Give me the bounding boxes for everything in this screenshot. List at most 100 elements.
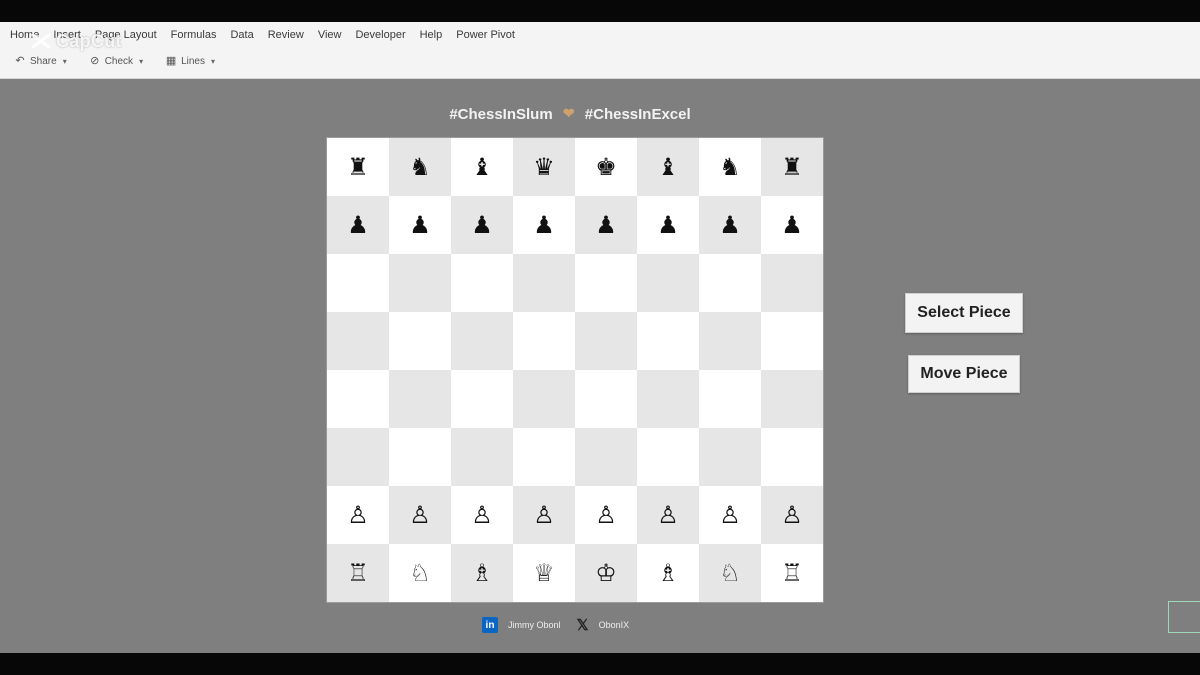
square-b2[interactable]: ♙ bbox=[389, 486, 451, 544]
chess-piece-c8: ♝ bbox=[471, 153, 493, 181]
square-h5[interactable] bbox=[761, 312, 823, 370]
x-handle: ObonIX bbox=[598, 620, 630, 630]
square-a4[interactable] bbox=[327, 370, 389, 428]
square-a1[interactable]: ♖ bbox=[327, 544, 389, 602]
format-painter-button[interactable]: ↶ Share ▾ bbox=[14, 55, 67, 67]
square-a6[interactable] bbox=[327, 254, 389, 312]
square-c6[interactable] bbox=[451, 254, 513, 312]
square-f1[interactable]: ♗ bbox=[637, 544, 699, 602]
square-f7[interactable]: ♟ bbox=[637, 196, 699, 254]
square-h1[interactable]: ♖ bbox=[761, 544, 823, 602]
square-d6[interactable] bbox=[513, 254, 575, 312]
square-f6[interactable] bbox=[637, 254, 699, 312]
square-g6[interactable] bbox=[699, 254, 761, 312]
square-c5[interactable] bbox=[451, 312, 513, 370]
square-e4[interactable] bbox=[575, 370, 637, 428]
square-f3[interactable] bbox=[637, 428, 699, 486]
tool-label: Share bbox=[30, 55, 57, 67]
square-d2[interactable]: ♙ bbox=[513, 486, 575, 544]
square-b6[interactable] bbox=[389, 254, 451, 312]
square-d5[interactable] bbox=[513, 312, 575, 370]
title-hashtag-left: #ChessInSlum bbox=[449, 106, 553, 123]
square-h7[interactable]: ♟ bbox=[761, 196, 823, 254]
tool-label: Lines bbox=[181, 55, 205, 67]
heart-icon: ❤ bbox=[562, 105, 575, 121]
square-g3[interactable] bbox=[699, 428, 761, 486]
watermark-text: CapCut bbox=[56, 30, 122, 51]
square-c8[interactable]: ♝ bbox=[451, 138, 513, 196]
square-e3[interactable] bbox=[575, 428, 637, 486]
linkedin-name: Jimmy Obonl bbox=[508, 620, 561, 630]
square-c1[interactable]: ♗ bbox=[451, 544, 513, 602]
chevron-down-icon: ▾ bbox=[62, 56, 67, 66]
square-e8[interactable]: ♚ bbox=[575, 138, 637, 196]
square-c3[interactable] bbox=[451, 428, 513, 486]
gridlines-button[interactable]: ▦ Lines ▾ bbox=[165, 55, 215, 67]
square-g8[interactable]: ♞ bbox=[699, 138, 761, 196]
chess-piece-e7: ♟ bbox=[595, 211, 617, 239]
square-c4[interactable] bbox=[451, 370, 513, 428]
square-d8[interactable]: ♛ bbox=[513, 138, 575, 196]
tab-formulas[interactable]: Formulas bbox=[171, 29, 217, 41]
tab-review[interactable]: Review bbox=[268, 29, 304, 41]
chess-piece-f1: ♗ bbox=[657, 559, 679, 587]
square-e5[interactable] bbox=[575, 312, 637, 370]
move-piece-button[interactable]: Move Piece bbox=[908, 355, 1020, 393]
square-h3[interactable] bbox=[761, 428, 823, 486]
square-b3[interactable] bbox=[389, 428, 451, 486]
tab-help[interactable]: Help bbox=[420, 29, 443, 41]
tab-data[interactable]: Data bbox=[230, 29, 253, 41]
square-e7[interactable]: ♟ bbox=[575, 196, 637, 254]
tab-view[interactable]: View bbox=[318, 29, 342, 41]
square-g7[interactable]: ♟ bbox=[699, 196, 761, 254]
square-f5[interactable] bbox=[637, 312, 699, 370]
square-b1[interactable]: ♘ bbox=[389, 544, 451, 602]
square-f4[interactable] bbox=[637, 370, 699, 428]
chess-piece-a1: ♖ bbox=[347, 559, 369, 587]
square-h2[interactable]: ♙ bbox=[761, 486, 823, 544]
square-g1[interactable]: ♘ bbox=[699, 544, 761, 602]
square-a2[interactable]: ♙ bbox=[327, 486, 389, 544]
tab-power-pivot[interactable]: Power Pivot bbox=[456, 29, 515, 41]
square-a3[interactable] bbox=[327, 428, 389, 486]
square-e1[interactable]: ♔ bbox=[575, 544, 637, 602]
square-b7[interactable]: ♟ bbox=[389, 196, 451, 254]
square-h6[interactable] bbox=[761, 254, 823, 312]
square-h8[interactable]: ♜ bbox=[761, 138, 823, 196]
chess-piece-g8: ♞ bbox=[719, 153, 741, 181]
social-footer: in Jimmy Obonl 𝕏 ObonIX bbox=[482, 616, 629, 634]
square-d3[interactable] bbox=[513, 428, 575, 486]
bottom-letterbox bbox=[0, 653, 1200, 675]
tab-developer[interactable]: Developer bbox=[355, 29, 405, 41]
chess-piece-h7: ♟ bbox=[781, 211, 803, 239]
format-painter-icon: ↶ bbox=[15, 55, 25, 67]
chess-piece-f2: ♙ bbox=[657, 501, 679, 529]
check-button[interactable]: ⊘ Check ▾ bbox=[89, 55, 143, 67]
square-b5[interactable] bbox=[389, 312, 451, 370]
square-g5[interactable] bbox=[699, 312, 761, 370]
square-f8[interactable]: ♝ bbox=[637, 138, 699, 196]
square-f2[interactable]: ♙ bbox=[637, 486, 699, 544]
chess-piece-b1: ♘ bbox=[409, 559, 431, 587]
linkedin-icon[interactable]: in bbox=[482, 617, 498, 633]
square-b8[interactable]: ♞ bbox=[389, 138, 451, 196]
square-d4[interactable] bbox=[513, 370, 575, 428]
ribbon-toolbar: ↶ Share ▾ ⊘ Check ▾ ▦ Lines ▾ bbox=[14, 55, 237, 67]
square-h4[interactable] bbox=[761, 370, 823, 428]
square-a7[interactable]: ♟ bbox=[327, 196, 389, 254]
square-e2[interactable]: ♙ bbox=[575, 486, 637, 544]
top-letterbox bbox=[0, 0, 1200, 22]
x-icon[interactable]: 𝕏 bbox=[577, 616, 589, 634]
square-d1[interactable]: ♕ bbox=[513, 544, 575, 602]
square-d7[interactable]: ♟ bbox=[513, 196, 575, 254]
square-a5[interactable] bbox=[327, 312, 389, 370]
chess-piece-a7: ♟ bbox=[347, 211, 369, 239]
square-b4[interactable] bbox=[389, 370, 451, 428]
select-piece-button[interactable]: Select Piece bbox=[905, 293, 1023, 333]
square-g2[interactable]: ♙ bbox=[699, 486, 761, 544]
square-e6[interactable] bbox=[575, 254, 637, 312]
square-c2[interactable]: ♙ bbox=[451, 486, 513, 544]
square-g4[interactable] bbox=[699, 370, 761, 428]
square-a8[interactable]: ♜ bbox=[327, 138, 389, 196]
square-c7[interactable]: ♟ bbox=[451, 196, 513, 254]
